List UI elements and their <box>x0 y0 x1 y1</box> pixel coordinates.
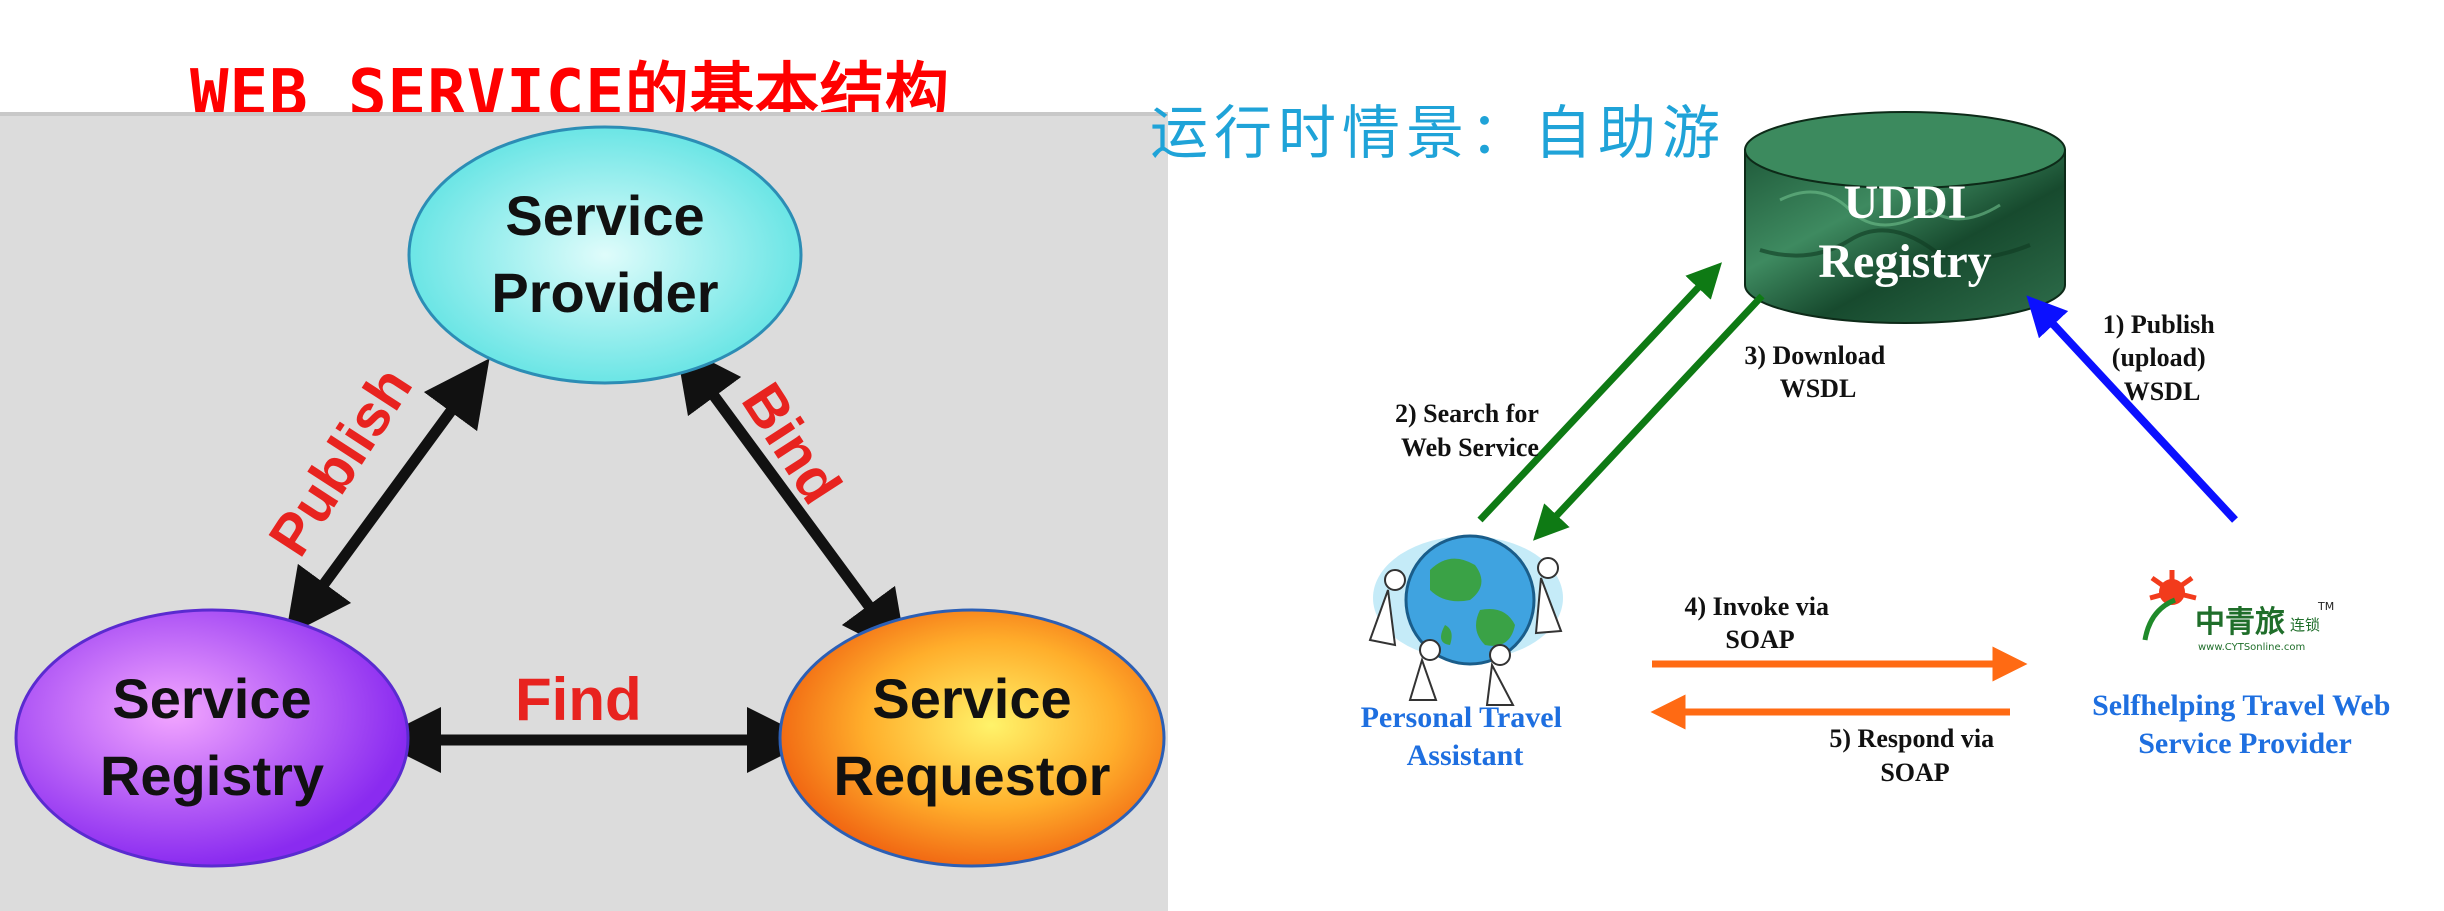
service-requestor-node <box>778 608 1166 868</box>
uddi-registry-cylinder: UDDI Registry <box>1744 111 2066 324</box>
step-download-label: 3) Download WSDL <box>1744 341 1891 403</box>
find-label: Find <box>515 666 642 733</box>
cyts-logo-tm: TM <box>2317 600 2334 613</box>
cyts-logo-name: 中青旅 <box>2195 605 2285 640</box>
service-registry-node <box>14 608 410 868</box>
service-registry-label-line1: Service <box>112 667 311 730</box>
publish-label: Publish <box>256 356 425 567</box>
step-invoke-label: 4) Invoke via SOAP <box>1685 592 1836 654</box>
cyts-logo-suffix: 连锁 <box>2290 616 2320 634</box>
service-provider-label-line1: Service <box>505 184 704 247</box>
service-registry-label-line2: Registry <box>100 744 324 807</box>
service-requestor-label-line1: Service <box>872 667 1071 730</box>
service-provider-label-line2: Provider <box>491 261 718 324</box>
right-scenario-diagram: UDDI Registry 1) Publish (upload) WSDL 2… <box>1361 111 2398 787</box>
personal-travel-assistant-label: Personal Travel Assistant <box>1361 701 1570 772</box>
publish-upload-arrow <box>2026 295 2238 523</box>
service-provider-node <box>407 125 803 385</box>
uddi-label-line1: UDDI <box>1844 176 1967 229</box>
left-triangle-diagram: Service Provider Service Registry Servic… <box>14 125 1166 868</box>
cyts-logo-icon: 中青旅 连锁 TM www.CYTSonline.com <box>2142 570 2334 653</box>
globe-people-icon <box>1368 534 1563 706</box>
search-arrow <box>1477 262 1722 523</box>
service-requestor-label-line2: Requestor <box>834 744 1111 807</box>
step-search-label: 2) Search for Web Service <box>1395 399 1545 462</box>
uddi-label-line2: Registry <box>1818 235 1991 288</box>
cyts-logo-url: www.CYTSonline.com <box>2198 642 2305 653</box>
step-respond-label: 5) Respond via SOAP <box>1829 724 2000 787</box>
selfhelping-provider-label: Selfhelping Travel Web Service Provider <box>2092 689 2398 760</box>
diagrams-canvas: Service Provider Service Registry Servic… <box>14 111 2398 868</box>
